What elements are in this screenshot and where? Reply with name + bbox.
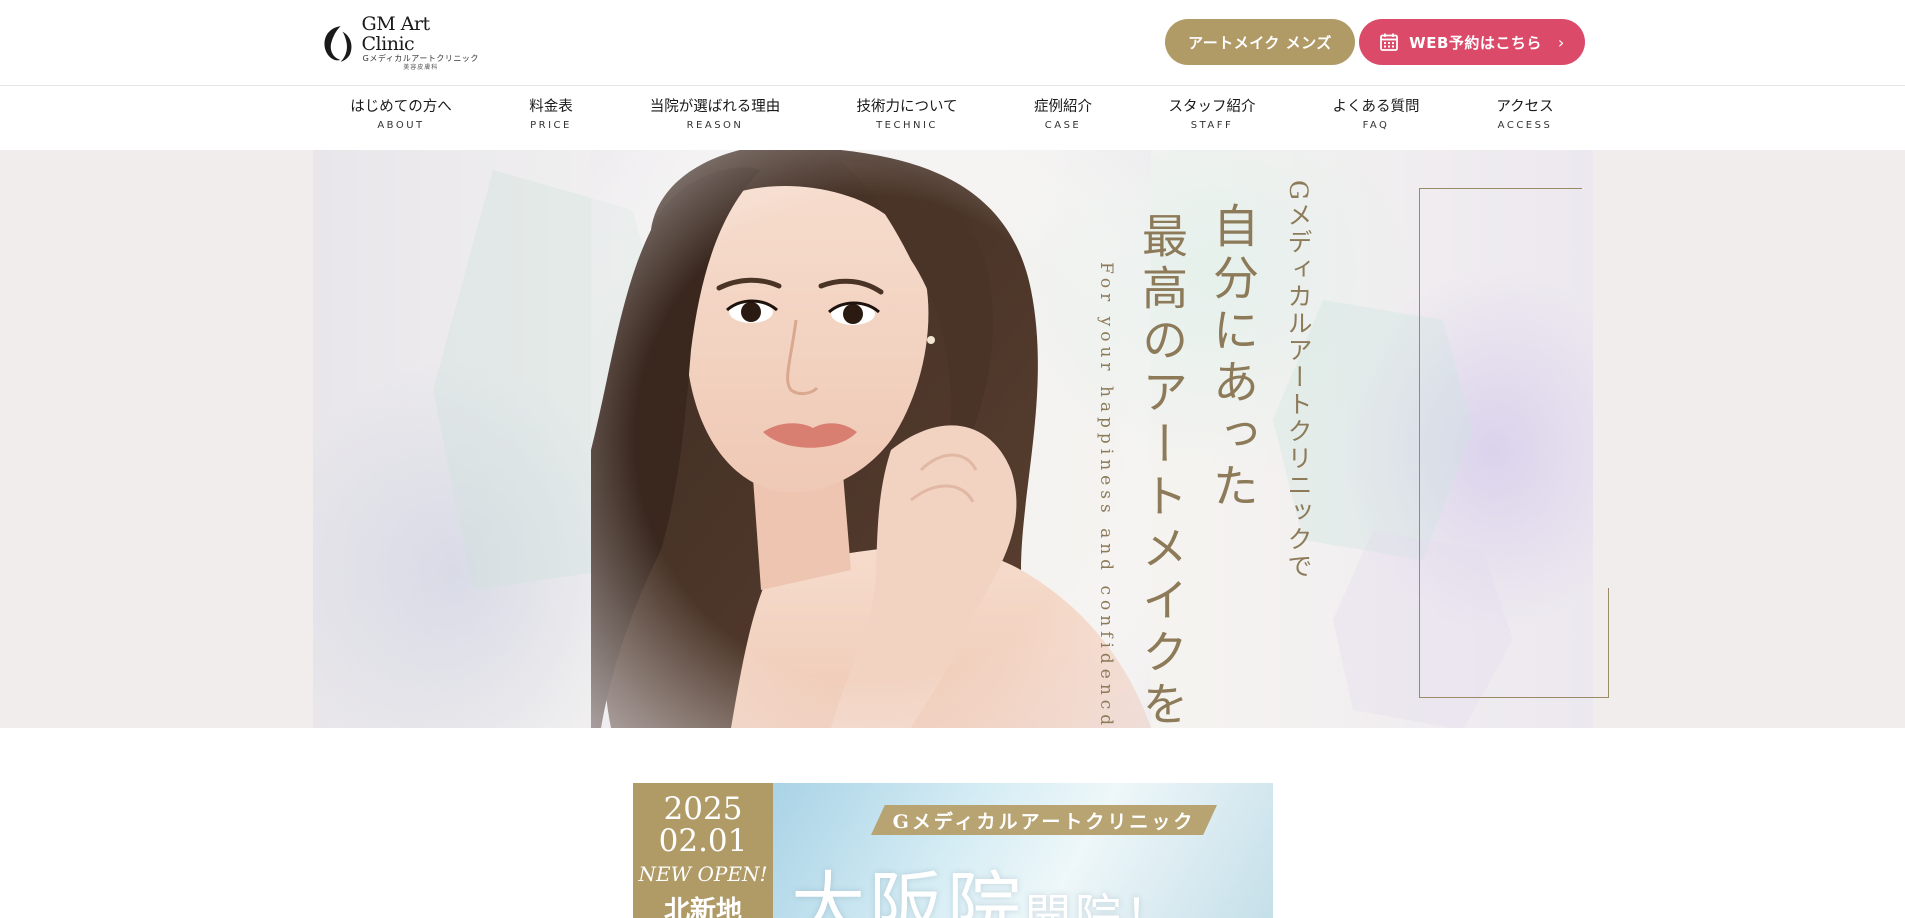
hero-background [313,150,1609,728]
logo-tagline: 美容皮膚科 [403,64,439,71]
nav-item-technic[interactable]: 技術力について TECHNIC [856,98,957,132]
site-header: GM Art Clinic Gメディカルアートクリニック 美容皮膚科 アートメイ… [0,0,1905,86]
banner-headline: 大阪院開院！ [791,847,1175,918]
nav-label-jp: アクセス [1496,99,1554,115]
nav-item-staff[interactable]: スタッフ紹介 STAFF [1169,98,1256,132]
catchphrase-frame [1419,188,1609,698]
nav-item-access[interactable]: アクセス ACCESS [1496,98,1553,132]
hero-catch-line-1: 自分にあった [1206,202,1260,514]
web-reservation-button[interactable]: WEB予約はこちら › [1359,19,1585,65]
nav-label-jp: はじめての方へ [350,99,452,115]
logo-mark-icon [324,26,352,62]
hero-catch-line-2: 最高のアートメイクを。 [1135,212,1189,728]
hero-section: Gメディカルアートクリニックで 自分にあった 最高のアートメイクを。 For y… [0,150,1905,728]
nav-label-jp: 症例紹介 [1034,99,1092,115]
banner-ribbon-label: Gメディカルアートクリニック [892,810,1196,833]
nav-label-en: ACCESS [1497,120,1553,131]
nav-item-price[interactable]: 料金表 PRICE [529,98,573,132]
osaka-open-banner[interactable]: 2025 02.01 NEW OPEN! 北新地 Gメディカルアートクリニック … [633,783,1273,918]
logo-subtitle: Gメディカルアートクリニック [362,54,479,63]
nav-label-en: ABOUT [377,120,425,131]
nav-label-jp: 当院が選ばれる理由 [649,99,781,115]
hero-model-photo [591,150,1151,728]
banner-new-open: NEW OPEN! [638,862,768,886]
global-nav: はじめての方へ ABOUT 料金表 PRICE 当院が選ばれる理由 REASON… [0,86,1905,150]
clinic-logo[interactable]: GM Art Clinic Gメディカルアートクリニック 美容皮膚科 [320,14,480,71]
mens-button-label: アートメイク メンズ [1188,33,1332,52]
banner-image: Gメディカルアートクリニック 大阪院開院！ [773,783,1273,918]
hero-english-tagline: For your happiness and confidencd. [1096,262,1116,728]
nav-label-jp: スタッフ紹介 [1168,99,1256,115]
banner-headline-big: 大阪院 [791,864,1025,918]
nav-item-about[interactable]: はじめての方へ ABOUT [350,98,452,132]
chevron-right-icon: › [1557,32,1565,52]
nav-label-jp: よくある質問 [1332,99,1420,115]
banner-location: 北新地 [663,896,742,918]
calendar-icon [1380,33,1399,51]
nav-label-jp: 技術力について [856,99,958,115]
nav-label-jp: 料金表 [529,99,573,115]
mens-art-make-button[interactable]: アートメイク メンズ [1165,19,1355,65]
nav-label-en: TECHNIC [876,120,938,131]
logo-title: GM Art Clinic [361,13,431,55]
banner-headline-small: 開院！ [1025,889,1175,918]
nav-label-en: STAFF [1190,120,1234,131]
banner-date-block: 2025 02.01 NEW OPEN! 北新地 [633,783,773,918]
nav-item-faq[interactable]: よくある質問 FAQ [1333,98,1420,132]
nav-label-en: REASON [686,120,744,131]
banner-year: 2025 [663,791,743,827]
web-button-label: WEB予約はこちら [1409,33,1542,52]
nav-label-en: FAQ [1362,120,1390,131]
nav-item-case[interactable]: 症例紹介 CASE [1034,98,1092,132]
banner-ribbon: Gメディカルアートクリニック [871,805,1217,835]
nav-label-en: PRICE [530,120,572,131]
nav-label-en: CASE [1044,120,1082,131]
banner-month-day: 02.01 [658,823,748,859]
nav-item-reason[interactable]: 当院が選ばれる理由 REASON [650,98,781,132]
hero-clinic-line: Gメディカルアートクリニックで [1284,180,1313,580]
